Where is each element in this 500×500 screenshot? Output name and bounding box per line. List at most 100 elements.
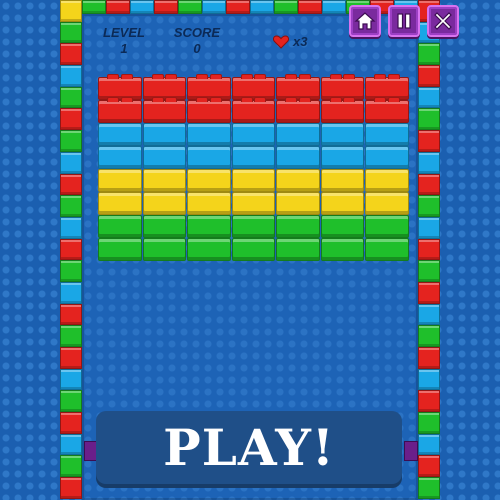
brick-red: [98, 97, 142, 123]
wall-brick-green: [418, 195, 440, 217]
brick-blue: [142, 146, 187, 169]
wall-brick-red: [298, 0, 322, 14]
wall-brick-blue: [60, 216, 82, 239]
brick-green: [98, 215, 142, 238]
close-button[interactable]: [427, 5, 459, 37]
brick-red: [187, 74, 231, 100]
wall-brick-red: [60, 412, 82, 434]
score-label: SCORE: [173, 25, 221, 40]
wall-brick-blue: [130, 0, 154, 14]
play-button[interactable]: PLAY!: [96, 411, 402, 484]
brick-green: [365, 215, 410, 238]
brick-row: [98, 238, 410, 261]
wall-brick-green: [82, 0, 106, 14]
wall-brick-red: [418, 238, 440, 261]
brick-blue: [365, 146, 410, 169]
wall-brick-green: [60, 195, 82, 217]
right-border-wall: [418, 0, 440, 500]
home-icon: [354, 12, 376, 30]
brick-blue: [187, 146, 231, 169]
level-value: 1: [120, 41, 128, 56]
brick-green: [142, 215, 187, 238]
wall-brick-red: [60, 303, 82, 326]
wall-brick-red: [60, 43, 82, 66]
wall-brick-blue: [418, 303, 440, 326]
brick-yellow: [231, 192, 276, 215]
brick-green: [320, 238, 365, 261]
brick-yellow: [187, 192, 231, 215]
brick-row: [98, 169, 410, 192]
brick-yellow: [320, 192, 365, 215]
brick-blue: [365, 123, 410, 146]
wall-brick-red: [418, 130, 440, 152]
wall-brick-blue: [418, 86, 440, 109]
heart-icon: [273, 34, 289, 49]
brick-blue: [98, 123, 142, 146]
wall-brick-red: [60, 477, 82, 499]
brick-blue: [320, 123, 365, 146]
brick-green: [231, 238, 276, 261]
brick-blue: [98, 146, 142, 169]
brick-yellow: [276, 192, 320, 215]
brick-row: [98, 123, 410, 146]
score-display: SCORE 0: [173, 25, 221, 57]
wall-brick-green: [60, 130, 82, 152]
brick-yellow: [142, 169, 187, 192]
brick-blue: [231, 146, 276, 169]
wall-brick-green: [418, 325, 440, 347]
wall-brick-blue: [60, 65, 82, 87]
lives-display: x3: [273, 34, 307, 49]
brick-red: [98, 74, 142, 100]
wall-brick-red: [418, 281, 440, 304]
wall-brick-green: [178, 0, 202, 14]
brick-red: [187, 97, 231, 123]
brick-yellow: [98, 192, 142, 215]
brick-blue: [276, 146, 320, 169]
wall-brick-green: [60, 21, 82, 44]
brick-red: [320, 97, 365, 123]
pause-button[interactable]: [388, 5, 420, 37]
level-label: LEVEL: [103, 25, 145, 40]
brick-red: [365, 97, 410, 123]
brick-yellow: [365, 169, 410, 192]
brick-blue: [142, 123, 187, 146]
home-button[interactable]: [349, 5, 381, 37]
wall-brick-red: [60, 238, 82, 261]
level-display: LEVEL 1: [103, 25, 145, 57]
wall-brick-green: [418, 260, 440, 282]
brick-blue: [231, 123, 276, 146]
brick-yellow: [320, 169, 365, 192]
wall-brick-yellow: [60, 0, 82, 22]
brick-green: [187, 215, 231, 238]
brick-red: [142, 74, 187, 100]
brick-green: [276, 215, 320, 238]
wall-brick-blue: [418, 368, 440, 391]
wall-brick-green: [274, 0, 298, 14]
wall-brick-red: [418, 173, 440, 196]
wall-brick-green: [60, 86, 82, 109]
wall-brick-blue: [418, 151, 440, 174]
brick-green: [320, 215, 365, 238]
brick-yellow: [187, 169, 231, 192]
brick-blue: [187, 123, 231, 146]
brick-row: [98, 192, 410, 215]
wall-brick-blue: [418, 433, 440, 456]
brick-green: [187, 238, 231, 261]
wall-brick-red: [154, 0, 178, 14]
wall-brick-red: [60, 108, 82, 131]
brick-blue: [320, 146, 365, 169]
play-button-label: PLAY!: [163, 418, 335, 477]
wall-brick-blue: [60, 281, 82, 304]
wall-brick-blue: [418, 216, 440, 239]
top-right-controls: [349, 5, 459, 37]
wall-brick-red: [418, 347, 440, 369]
brick-yellow: [98, 169, 142, 192]
wall-brick-green: [418, 477, 440, 499]
brick-blue: [276, 123, 320, 146]
wall-brick-red: [106, 0, 130, 14]
brick-red: [276, 74, 320, 100]
wall-brick-red: [418, 65, 440, 87]
brick-red: [142, 97, 187, 123]
close-icon: [434, 12, 452, 30]
wall-brick-blue: [60, 151, 82, 174]
